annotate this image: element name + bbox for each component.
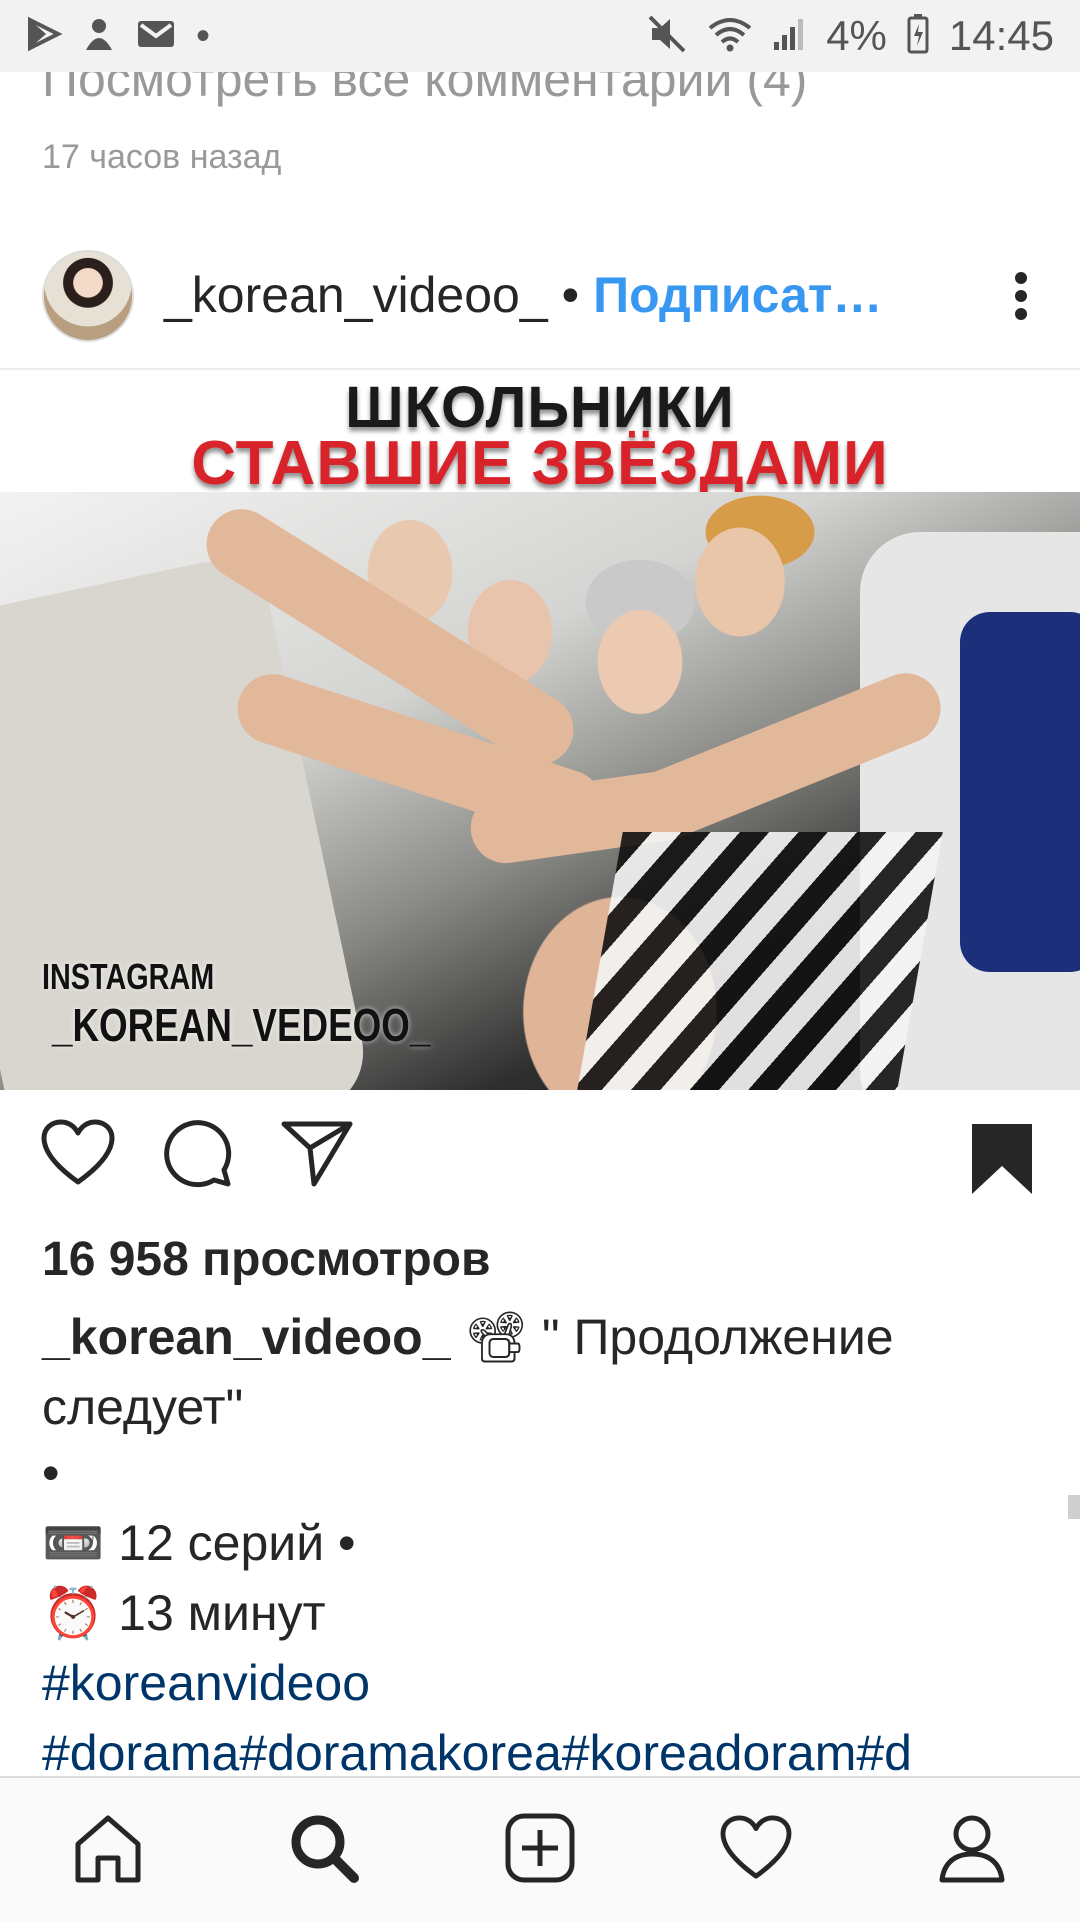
media-title-line2: СТАВШИЕ ЗВЁЗДАМИ — [191, 429, 889, 498]
author-line: _korean_videoo_ • Подписат… — [164, 266, 882, 324]
bottom-navigation — [0, 1776, 1080, 1922]
profile-icon — [936, 1812, 1008, 1889]
hashtag-link[interactable]: #dorama#doramakorea#koreadoram#d — [42, 1724, 912, 1782]
nav-new-post[interactable] — [486, 1796, 594, 1904]
bookmark-saved-icon[interactable] — [970, 1122, 1034, 1201]
caption-dot-line: • — [42, 1445, 60, 1501]
gmail-icon — [136, 18, 176, 55]
nav-search[interactable] — [270, 1796, 378, 1904]
play-store-icon — [26, 16, 63, 57]
share-send-icon[interactable] — [280, 1118, 354, 1193]
hashtag-link[interactable]: #koreanvideoo — [42, 1654, 370, 1712]
watermark-line1: INSTAGRAM — [42, 956, 215, 997]
home-icon — [72, 1812, 144, 1889]
video-frame[interactable]: INSTAGRAM _KOREAN_VEDEOO_ — [0, 492, 1080, 1090]
figure-jacket — [960, 612, 1080, 972]
post-actions — [0, 1110, 1080, 1206]
mute-icon — [648, 15, 688, 58]
dot-icon: • — [196, 14, 211, 58]
media-watermark: INSTAGRAM _KOREAN_VEDEOO_ — [42, 956, 525, 1052]
media-title-band: ШКОЛЬНИКИ СТАВШИЕ ЗВЁЗДАМИ — [0, 372, 1080, 498]
caption-duration: ⏰ 13 минут — [42, 1585, 326, 1641]
caption-emoji: 📽 — [464, 1309, 528, 1365]
view-count[interactable]: 16 958 просмотров — [42, 1232, 491, 1287]
add-post-icon — [504, 1812, 576, 1889]
wifi-icon — [708, 16, 752, 57]
battery-percent: 4% — [826, 12, 887, 59]
signal-icon — [772, 16, 806, 57]
follow-button[interactable]: Подписат… — [593, 266, 882, 324]
scrollbar-thumb[interactable] — [1068, 1495, 1080, 1519]
nav-home[interactable] — [54, 1796, 162, 1904]
status-bar: • 4% 14:45 — [0, 0, 1080, 72]
comment-bubble-icon[interactable] — [162, 1118, 234, 1195]
status-bar-notifications: • — [26, 16, 210, 57]
separator-dot: • — [561, 267, 580, 323]
search-icon — [288, 1812, 360, 1889]
notification-app-icon — [82, 16, 116, 57]
avatar[interactable] — [42, 250, 134, 342]
author-username[interactable]: _korean_videoo_ — [164, 266, 548, 324]
status-bar-system: 4% 14:45 — [648, 12, 1054, 60]
like-heart-icon[interactable] — [40, 1118, 116, 1193]
post-header: _korean_videoo_ • Подписат… — [0, 246, 1080, 370]
clock: 14:45 — [948, 12, 1054, 59]
nav-activity[interactable] — [702, 1796, 810, 1904]
striped-shirt — [577, 832, 943, 1090]
caption-username[interactable]: _korean_videoo_ — [42, 1309, 451, 1365]
post-caption: _korean_videoo_ 📽 " Продолжение следует" — [42, 1302, 1042, 1442]
watermark-line2: _KOREAN_VEDEOO_ — [52, 999, 431, 1051]
nav-profile[interactable] — [918, 1796, 1026, 1904]
caption-episodes: 📼 12 серий • — [42, 1515, 356, 1571]
more-options-icon[interactable] — [1014, 272, 1028, 320]
post-media[interactable]: ШКОЛЬНИКИ СТАВШИЕ ЗВЁЗДАМИ INSTAGRAM _KO… — [0, 372, 1080, 1090]
activity-heart-icon — [719, 1814, 793, 1887]
battery-icon — [907, 13, 929, 59]
post-timestamp: 17 часов назад — [42, 138, 282, 176]
